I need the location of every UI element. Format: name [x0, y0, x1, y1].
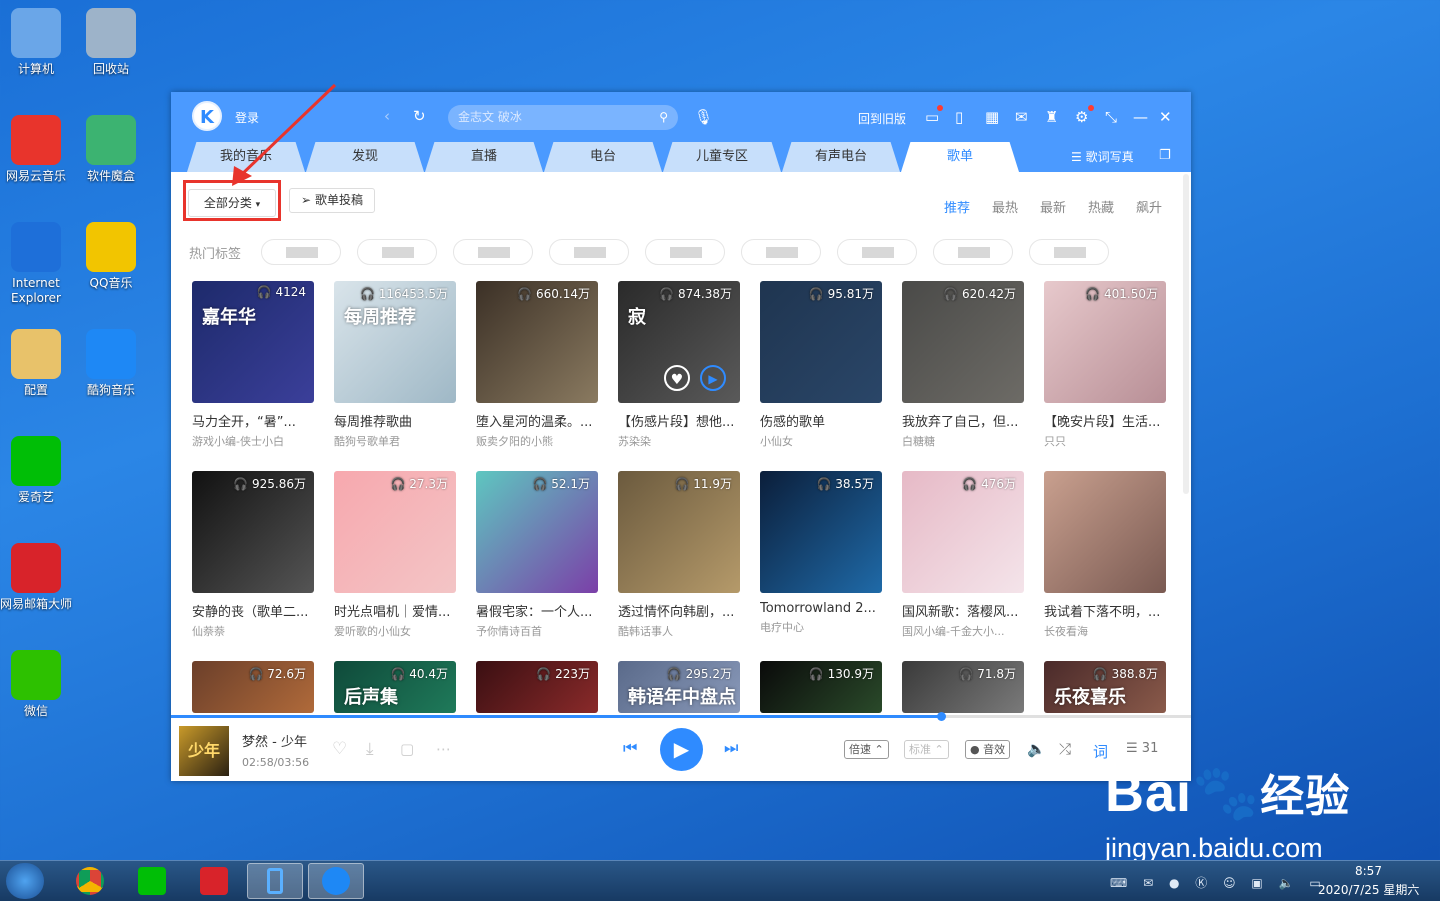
system-tray: ⌨ ✉ ● Ⓚ ☺ ▣ 🔈 ▭ — [1110, 876, 1327, 890]
clock-date[interactable]: 2020/7/25 星期六 — [1318, 881, 1419, 898]
taskbar-iqiyi[interactable] — [124, 863, 180, 899]
paw-icon: 🐾 — [1192, 763, 1261, 823]
watermark-brand: Bai — [1105, 763, 1193, 823]
kugou-icon — [322, 867, 350, 895]
watermark-brand-cn: 经验 — [1260, 772, 1351, 821]
iqiyi-icon — [138, 867, 166, 895]
netease-mail-icon — [200, 867, 228, 895]
taskbar: ⌨ ✉ ● Ⓚ ☺ ▣ 🔈 ▭ 8:57 2020/7/25 星期六 — [0, 860, 1440, 901]
chrome-icon — [76, 867, 104, 895]
taskbar-chrome[interactable] — [62, 863, 118, 899]
start-button[interactable] — [6, 863, 44, 899]
baidu-watermark: Bai🐾经验 — [1105, 760, 1350, 825]
clock-time[interactable]: 8:57 — [1355, 864, 1382, 878]
phone-icon — [267, 868, 283, 894]
taskbar-netease-mail[interactable] — [186, 863, 242, 899]
taskbar-phone[interactable] — [247, 863, 303, 899]
taskbar-kugou[interactable] — [308, 863, 364, 899]
